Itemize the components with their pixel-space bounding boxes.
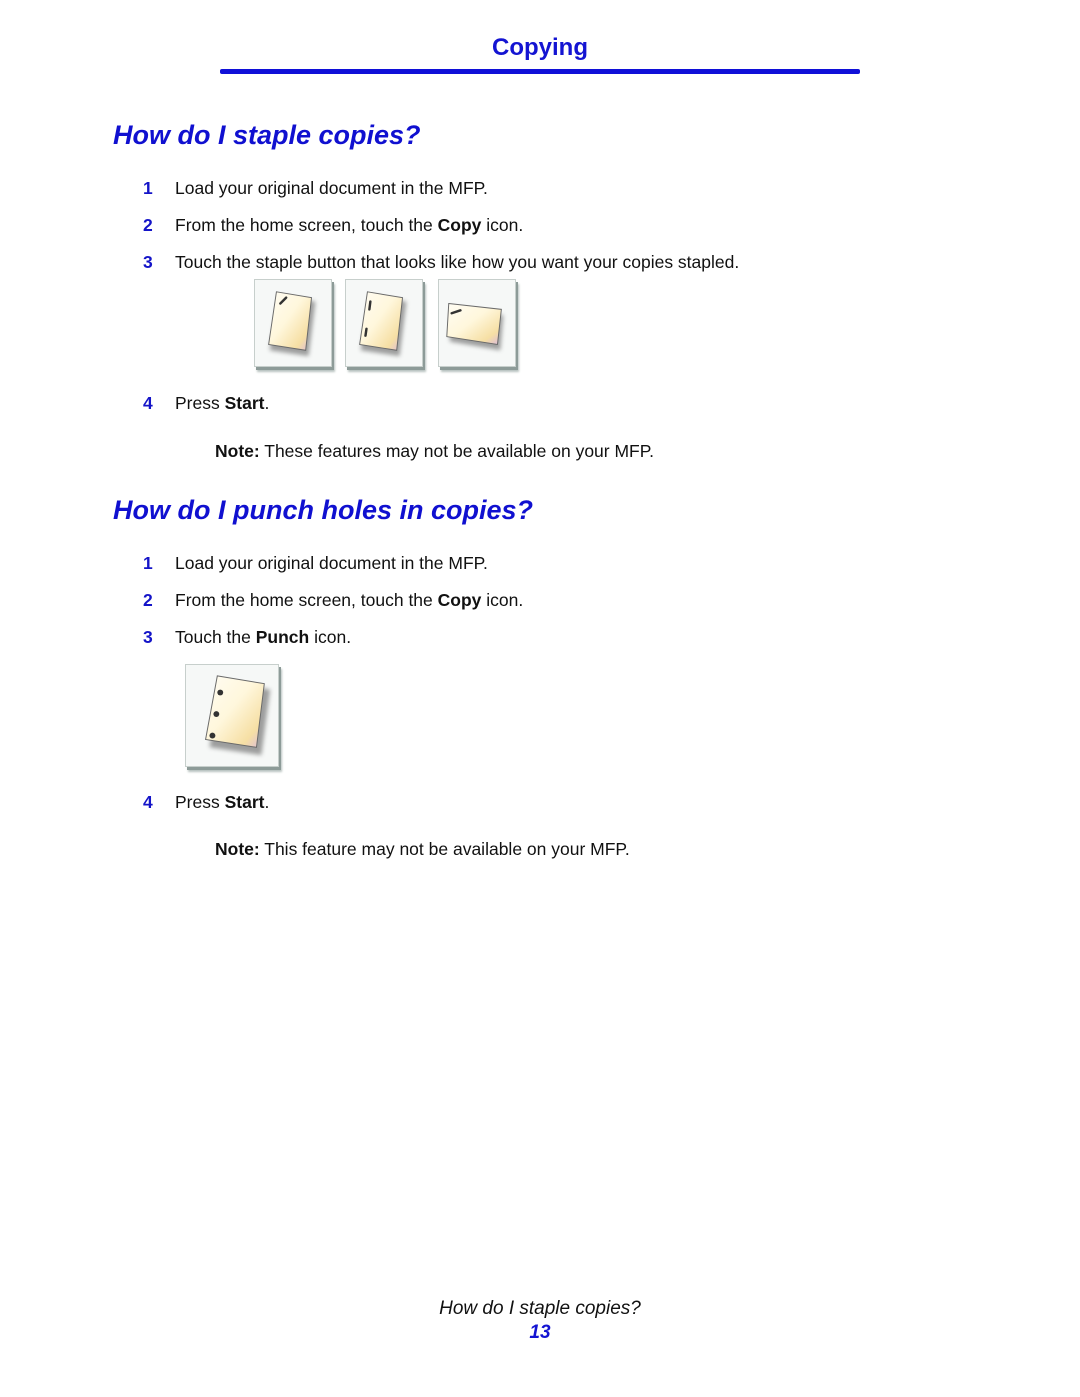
punch-step-3: 3 Touch the Punch icon.: [143, 627, 351, 648]
step-text: From the home screen, touch the: [175, 590, 438, 610]
step-text: icon.: [481, 215, 524, 235]
footer-title: How do I staple copies?: [439, 1298, 641, 1319]
note-label: Note:: [215, 441, 260, 461]
start-label: Start: [224, 792, 265, 812]
note-text: These features may not be available on y…: [259, 441, 655, 461]
note-text: This feature may not be available on you…: [259, 839, 630, 859]
staple-step-4: 4 Press Start.: [143, 393, 269, 414]
punch-button[interactable]: [185, 664, 279, 767]
step-text: Press: [175, 792, 225, 812]
step-text: icon.: [309, 627, 352, 647]
staple-dual-edge-icon: [359, 291, 407, 357]
section-heading-punch: How do I punch holes in copies?: [113, 495, 534, 525]
punch-holes-icon: [205, 675, 271, 756]
staple-note: Note: These features may not be availabl…: [215, 441, 654, 462]
page-number: 13: [529, 1322, 551, 1343]
step-text: Touch the: [175, 627, 256, 647]
chapter-title: Copying: [492, 34, 588, 61]
step-text: .: [264, 393, 270, 413]
step-text: Load your original document in the MFP.: [175, 178, 488, 198]
step-number: 4: [143, 393, 153, 413]
step-number: 1: [143, 178, 153, 198]
staple-landscape-corner-icon: [446, 302, 504, 351]
step-text: Load your original document in the MFP.: [175, 553, 488, 573]
step-number: 3: [143, 627, 153, 647]
copy-label: Copy: [437, 215, 482, 235]
staple-single-corner-button[interactable]: [254, 279, 332, 367]
staple-single-corner-icon: [268, 291, 316, 357]
staple-landscape-corner-button[interactable]: [438, 279, 516, 367]
step-text: Touch the staple button that looks like …: [175, 252, 740, 272]
start-label: Start: [224, 393, 265, 413]
staple-step-1: 1 Load your original document in the MFP.: [143, 178, 488, 199]
punch-step-4: 4 Press Start.: [143, 792, 269, 813]
step-text: .: [264, 792, 270, 812]
punch-note: Note: This feature may not be available …: [215, 839, 630, 860]
step-number: 2: [143, 215, 153, 235]
note-label: Note:: [215, 839, 260, 859]
punch-label: Punch: [255, 627, 310, 647]
copy-label: Copy: [437, 590, 482, 610]
step-number: 2: [143, 590, 153, 610]
header-rule: [220, 69, 860, 74]
punch-step-1: 1 Load your original document in the MFP.: [143, 553, 488, 574]
step-text: From the home screen, touch the: [175, 215, 438, 235]
staple-dual-edge-button[interactable]: [345, 279, 423, 367]
step-text: icon.: [481, 590, 524, 610]
staple-step-3: 3 Touch the staple button that looks like…: [143, 252, 739, 273]
step-text: Press: [175, 393, 225, 413]
staple-step-2: 2 From the home screen, touch the Copy ic…: [143, 215, 523, 236]
step-number: 4: [143, 792, 153, 812]
step-number: 1: [143, 553, 153, 573]
section-heading-staple: How do I staple copies?: [113, 120, 421, 150]
step-number: 3: [143, 252, 153, 272]
punch-step-2: 2 From the home screen, touch the Copy ic…: [143, 590, 523, 611]
